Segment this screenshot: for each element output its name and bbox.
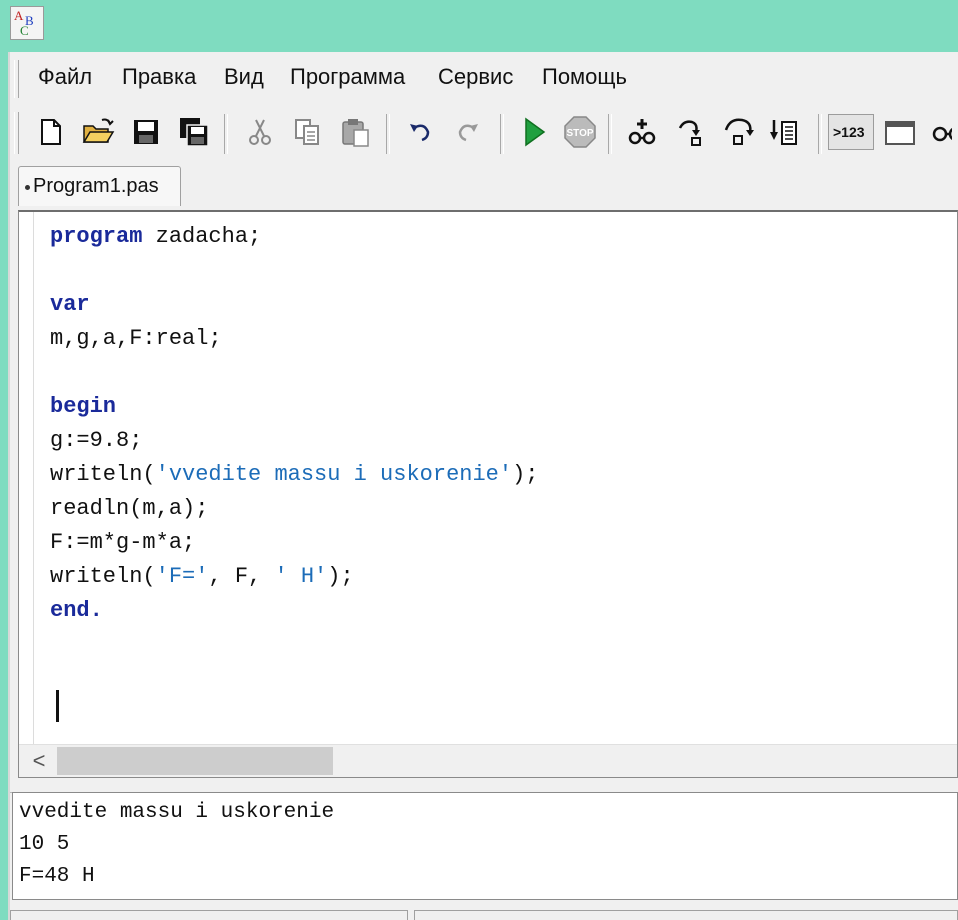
run-icon[interactable] bbox=[516, 114, 552, 150]
code-line[interactable]: g:=9.8; bbox=[50, 424, 539, 458]
menu-help[interactable]: Помощь bbox=[542, 64, 627, 90]
keyword-token: program bbox=[50, 224, 143, 249]
menu-grip[interactable] bbox=[14, 60, 19, 98]
toolbar: STOP >123 bbox=[10, 108, 958, 160]
run-to-cursor-icon[interactable] bbox=[766, 114, 802, 150]
string-token: ' H' bbox=[274, 564, 328, 589]
output-line: F=48 H bbox=[19, 865, 95, 888]
app-icon-letter-c: C bbox=[20, 23, 29, 38]
code-token: writeln( bbox=[50, 564, 156, 589]
output-panel[interactable]: vvedite massu i uskorenie 10 5 F=48 H bbox=[12, 792, 958, 900]
debug-window-icon[interactable] bbox=[930, 114, 952, 150]
scroll-left-arrow-icon[interactable]: < bbox=[27, 749, 51, 773]
code-token: m,g,a,F:real; bbox=[50, 326, 222, 351]
main-window: Файл Правка Вид Программа Сервис Помощь bbox=[8, 52, 958, 920]
code-line[interactable] bbox=[50, 356, 539, 390]
horizontal-scrollbar[interactable]: < bbox=[19, 744, 957, 777]
stop-icon[interactable]: STOP bbox=[562, 114, 598, 150]
cut-icon[interactable] bbox=[242, 114, 278, 150]
tab-program1[interactable]: Program1.pas bbox=[18, 166, 181, 206]
toolbar-separator bbox=[608, 114, 612, 154]
code-token: zadacha; bbox=[142, 224, 262, 249]
paste-icon[interactable] bbox=[338, 114, 374, 150]
toolbar-separator bbox=[386, 114, 390, 154]
code-line[interactable]: begin bbox=[50, 390, 539, 424]
step-into-icon[interactable] bbox=[672, 114, 708, 150]
svg-text:STOP: STOP bbox=[566, 128, 593, 139]
code-line[interactable]: writeln('vvedite massu i uskorenie'); bbox=[50, 458, 539, 492]
step-over-icon[interactable] bbox=[720, 114, 756, 150]
status-pane bbox=[10, 910, 408, 920]
app-icon-letter-a: A bbox=[14, 8, 24, 23]
panel-splitter[interactable] bbox=[10, 778, 958, 793]
keyword-token: end. bbox=[50, 598, 103, 623]
code-token: , F, bbox=[208, 564, 275, 589]
code-token: ); bbox=[327, 564, 354, 589]
code-token: readln(m,a); bbox=[50, 496, 209, 521]
menu-program[interactable]: Программа bbox=[290, 64, 405, 90]
menu-service[interactable]: Сервис bbox=[438, 64, 513, 90]
code-line[interactable]: F:=m*g-m*a; bbox=[50, 526, 539, 560]
text-cursor bbox=[56, 690, 59, 722]
tab-label: Program1.pas bbox=[33, 175, 159, 197]
output-line: 10 5 bbox=[19, 833, 70, 856]
toolbar-separator bbox=[224, 114, 228, 154]
scroll-thumb[interactable] bbox=[57, 747, 333, 775]
code-token: g:=9.8; bbox=[50, 428, 143, 453]
status-pane bbox=[414, 910, 958, 920]
keyword-token: var bbox=[50, 292, 90, 317]
output-window-button[interactable]: >123 bbox=[828, 114, 874, 150]
code-line[interactable]: var bbox=[50, 288, 539, 322]
code-token: F:=m*g-m*a; bbox=[50, 530, 196, 555]
add-watch-icon[interactable] bbox=[624, 114, 660, 150]
toolbar-separator bbox=[500, 114, 504, 154]
keyword-token: begin bbox=[50, 394, 117, 419]
menu-edit[interactable]: Правка bbox=[122, 64, 196, 90]
status-bar bbox=[10, 902, 958, 920]
code-line[interactable] bbox=[50, 254, 539, 288]
form-window-icon[interactable] bbox=[882, 114, 918, 150]
output-window-label: >123 bbox=[833, 124, 865, 140]
editor-gutter bbox=[19, 212, 34, 746]
save-icon[interactable] bbox=[128, 114, 164, 150]
code-token: ); bbox=[512, 462, 539, 487]
code-line[interactable]: end. bbox=[50, 594, 539, 628]
save-all-icon[interactable] bbox=[176, 114, 212, 150]
toolbar-separator bbox=[818, 114, 822, 154]
string-token: 'F=' bbox=[155, 564, 209, 589]
code-editor[interactable]: program zadacha; var m,g,a,F:real; begin g… bbox=[18, 210, 958, 778]
menu-bar: Файл Правка Вид Программа Сервис Помощь bbox=[10, 52, 958, 102]
string-token: 'vvedite massu i uskorenie' bbox=[155, 462, 513, 487]
toolbar-grip[interactable] bbox=[14, 112, 19, 154]
new-file-icon[interactable] bbox=[32, 114, 68, 150]
code-line[interactable]: writeln('F=', F, ' H'); bbox=[50, 560, 539, 594]
app-abc-icon[interactable]: A B C bbox=[10, 6, 44, 40]
redo-icon[interactable] bbox=[450, 114, 486, 150]
code-lines[interactable]: program zadacha; var m,g,a,F:real; begin g… bbox=[50, 220, 539, 628]
title-bar: A B C bbox=[0, 0, 958, 48]
code-line[interactable]: m,g,a,F:real; bbox=[50, 322, 539, 356]
tab-strip: Program1.pas bbox=[10, 160, 958, 212]
code-line[interactable]: readln(m,a); bbox=[50, 492, 539, 526]
undo-icon[interactable] bbox=[402, 114, 438, 150]
modified-dot-icon bbox=[25, 185, 30, 190]
menu-file[interactable]: Файл bbox=[38, 64, 92, 90]
code-line[interactable]: program zadacha; bbox=[50, 220, 539, 254]
copy-icon[interactable] bbox=[290, 114, 326, 150]
menu-view[interactable]: Вид bbox=[224, 64, 264, 90]
code-token: writeln( bbox=[50, 462, 156, 487]
output-line: vvedite massu i uskorenie bbox=[19, 801, 335, 824]
open-folder-icon[interactable] bbox=[80, 114, 116, 150]
